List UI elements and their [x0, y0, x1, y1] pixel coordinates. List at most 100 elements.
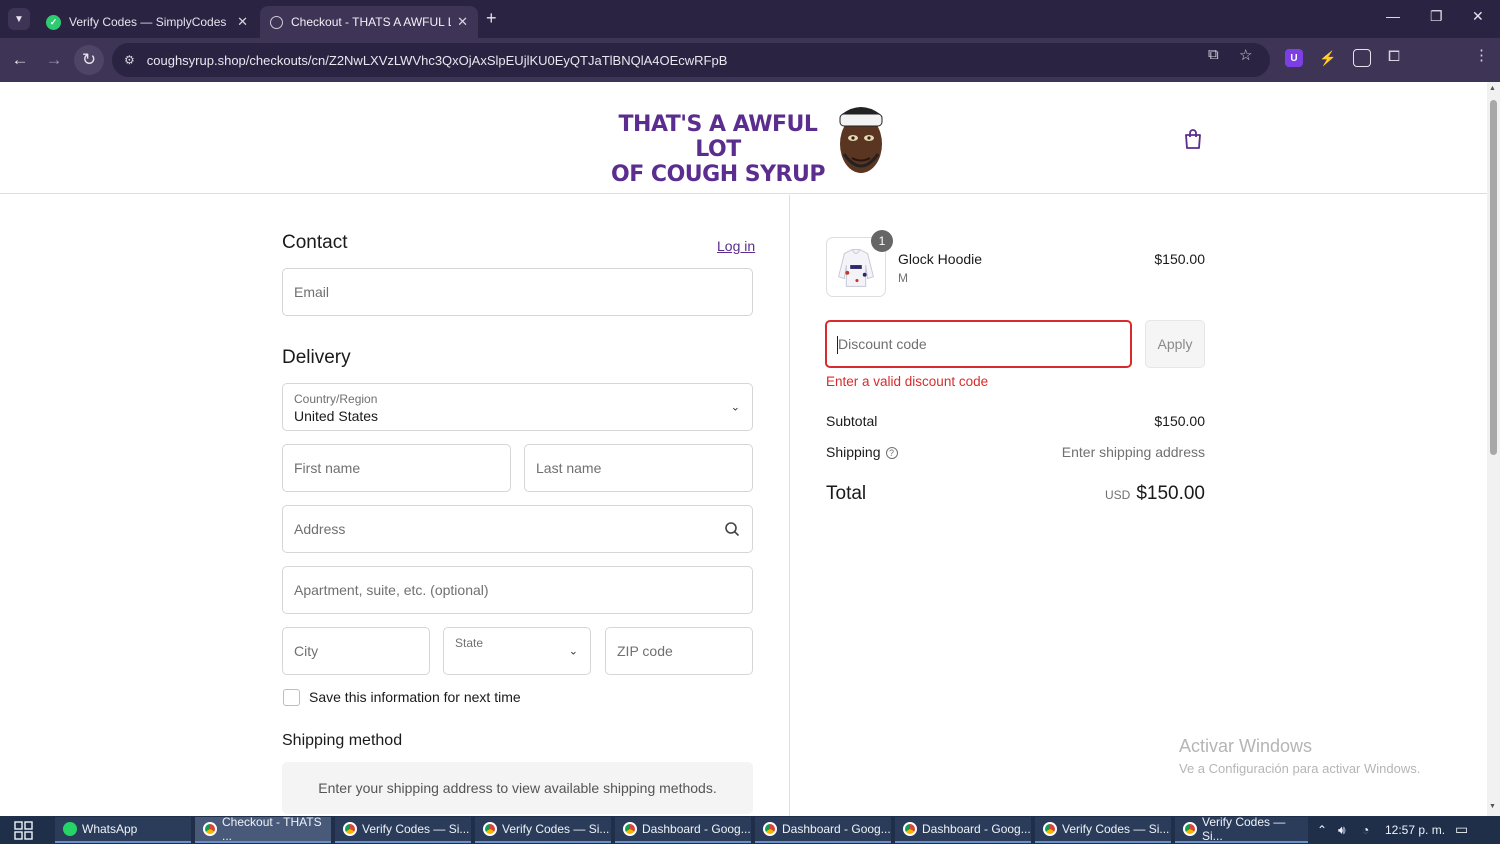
- chrome-icon: [1043, 822, 1057, 836]
- first-name-field[interactable]: First name: [282, 444, 511, 492]
- taskbar-item-whatsapp[interactable]: WhatsApp: [55, 817, 191, 843]
- total-amount: USD $150.00: [1000, 483, 1205, 505]
- extensions-puzzle-icon[interactable]: ⧠: [1388, 48, 1400, 65]
- tab-search-button[interactable]: ▼: [8, 8, 30, 30]
- taskbar-item-dashboard[interactable]: Dashboard - Goog...: [895, 817, 1031, 843]
- browser-tab-bar: ▼ ✓ Verify Codes — SimplyCodes ✕ Checkou…: [0, 0, 1500, 38]
- tab-manager-extension-icon[interactable]: [1353, 49, 1371, 67]
- taskbar-item-dashboard[interactable]: Dashboard - Goog...: [615, 817, 751, 843]
- close-tab-icon[interactable]: ✕: [237, 14, 248, 30]
- minimize-icon[interactable]: —: [1386, 8, 1400, 24]
- discount-code-input[interactable]: Discount code: [825, 320, 1132, 368]
- ublock-extension-icon[interactable]: U: [1285, 49, 1303, 67]
- chevron-down-icon: ⌄: [730, 401, 740, 414]
- start-menu-icon[interactable]: [14, 821, 33, 840]
- notifications-icon[interactable]: ▭: [1455, 821, 1468, 838]
- taskbar-item-label: Dashboard - Goog...: [922, 822, 1031, 836]
- apply-discount-button[interactable]: Apply: [1145, 320, 1205, 368]
- country-label: Country/Region: [294, 392, 378, 406]
- chrome-icon: [203, 822, 217, 836]
- close-tab-icon[interactable]: ✕: [457, 14, 468, 30]
- subtotal-label: Subtotal: [826, 413, 878, 429]
- bookmark-star-icon[interactable]: ☆: [1239, 46, 1252, 64]
- taskbar-item-verify-codes[interactable]: Verify Codes — Si...: [1175, 815, 1308, 843]
- save-info-checkbox[interactable]: [283, 689, 300, 706]
- country-select[interactable]: Country/Region United States ⌄: [282, 383, 753, 431]
- simplycodes-favicon-icon: ✓: [46, 14, 61, 30]
- browser-tab-checkout[interactable]: Checkout - THATS A AWFUL LO ✕: [260, 6, 478, 38]
- clock[interactable]: 12:57 p. m.: [1385, 823, 1445, 837]
- help-icon[interactable]: ?: [885, 447, 898, 459]
- chrome-icon: [1183, 822, 1197, 836]
- quantity-badge: 1: [871, 230, 893, 252]
- logo-line-2: OF COUGH SYRUP: [611, 162, 825, 187]
- shipping-label: Shipping: [826, 444, 881, 460]
- chrome-icon: [623, 822, 637, 836]
- scrollbar-thumb[interactable]: [1490, 100, 1497, 455]
- taskbar-item-label: Dashboard - Goog...: [782, 822, 891, 836]
- product-variant: M: [898, 271, 908, 285]
- chrome-icon: [763, 822, 777, 836]
- shopping-bag-icon[interactable]: [1183, 128, 1203, 150]
- browser-tab-verify-codes[interactable]: ✓ Verify Codes — SimplyCodes ✕: [36, 6, 258, 38]
- store-header: THAT'S A AWFUL LOT OF COUGH SYRUP: [0, 82, 1487, 194]
- email-placeholder: Email: [294, 284, 330, 300]
- browser-menu-icon[interactable]: ⋮: [1474, 46, 1489, 64]
- translate-icon[interactable]: ⧉: [1208, 46, 1219, 63]
- first-name-placeholder: First name: [294, 460, 361, 476]
- taskbar-item-verify-codes[interactable]: Verify Codes — Si...: [475, 817, 611, 843]
- watermark-line-1: Activar Windows: [1179, 736, 1313, 756]
- scroll-down-arrow-icon[interactable]: ▼: [1489, 803, 1496, 810]
- wifi-icon[interactable]: ◔: [1362, 823, 1369, 837]
- chrome-icon: [343, 822, 357, 836]
- search-icon: [725, 522, 740, 537]
- last-name-field[interactable]: Last name: [524, 444, 753, 492]
- scroll-up-arrow-icon[interactable]: ▲: [1489, 85, 1496, 92]
- taskbar-item-label: Verify Codes — Si...: [1062, 822, 1170, 836]
- page-scrollbar[interactable]: ▲ ▼: [1487, 82, 1500, 816]
- back-icon[interactable]: ←: [8, 48, 32, 72]
- store-logo[interactable]: THAT'S A AWFUL LOT OF COUGH SYRUP: [600, 112, 836, 187]
- column-divider: [789, 195, 790, 816]
- restore-icon[interactable]: ❐: [1430, 8, 1443, 25]
- taskbar-item-verify-codes[interactable]: Verify Codes — Si...: [335, 817, 471, 843]
- discount-placeholder: Discount code: [838, 336, 927, 352]
- taskbar-item-label: Verify Codes — Si...: [1202, 815, 1286, 843]
- save-info-label[interactable]: Save this information for next time: [309, 689, 521, 705]
- lightning-extension-icon[interactable]: ⚡: [1319, 49, 1337, 67]
- chevron-down-icon: ⌄: [568, 645, 578, 658]
- product-price: $150.00: [1154, 251, 1205, 267]
- apartment-placeholder: Apartment, suite, etc. (optional): [294, 582, 489, 598]
- state-label: State: [455, 636, 484, 650]
- city-field[interactable]: City: [282, 627, 430, 675]
- taskbar-item-verify-codes[interactable]: Verify Codes — Si...: [1035, 817, 1171, 843]
- address-field[interactable]: Address: [282, 505, 753, 553]
- address-placeholder: Address: [294, 521, 346, 537]
- address-bar[interactable]: ⚙ coughsyrup.shop/checkouts/cn/Z2NwLXVzL…: [112, 43, 1270, 77]
- email-field[interactable]: Email: [282, 268, 753, 316]
- tab-title: Verify Codes — SimplyCodes: [69, 15, 227, 29]
- shipping-method-heading: Shipping method: [282, 732, 403, 749]
- taskbar-item-dashboard[interactable]: Dashboard - Goog...: [755, 817, 891, 843]
- taskbar-item-checkout[interactable]: Checkout - THATS ...: [195, 815, 331, 843]
- apartment-field[interactable]: Apartment, suite, etc. (optional): [282, 566, 753, 614]
- shipping-value: Enter shipping address: [1061, 444, 1205, 460]
- taskbar-item-label: Verify Codes — Si...: [362, 822, 470, 836]
- close-window-icon[interactable]: ✕: [1472, 8, 1484, 25]
- new-tab-icon[interactable]: +: [486, 8, 497, 29]
- discount-error-message: Enter a valid discount code: [826, 374, 989, 389]
- watermark-line-2: Ve a Configuración para activar Windows.: [1179, 761, 1421, 776]
- site-info-icon[interactable]: ⚙: [124, 53, 135, 67]
- zip-field[interactable]: ZIP code: [605, 627, 753, 675]
- state-select[interactable]: State ⌄: [443, 627, 591, 675]
- tray-chevron-up-icon[interactable]: ⌃: [1317, 823, 1327, 837]
- logo-face-icon: [839, 107, 883, 173]
- url-text[interactable]: coughsyrup.shop/checkouts/cn/Z2NwLXVzLWV…: [147, 53, 728, 68]
- login-link[interactable]: Log in: [717, 238, 755, 254]
- reload-icon[interactable]: ↻: [77, 48, 101, 72]
- whatsapp-icon: [63, 822, 77, 836]
- total-label: Total: [826, 483, 867, 504]
- shipping-label-row: Shipping?: [826, 444, 898, 460]
- volume-icon[interactable]: 🔊︎: [1338, 823, 1346, 838]
- forward-icon[interactable]: →: [42, 48, 66, 72]
